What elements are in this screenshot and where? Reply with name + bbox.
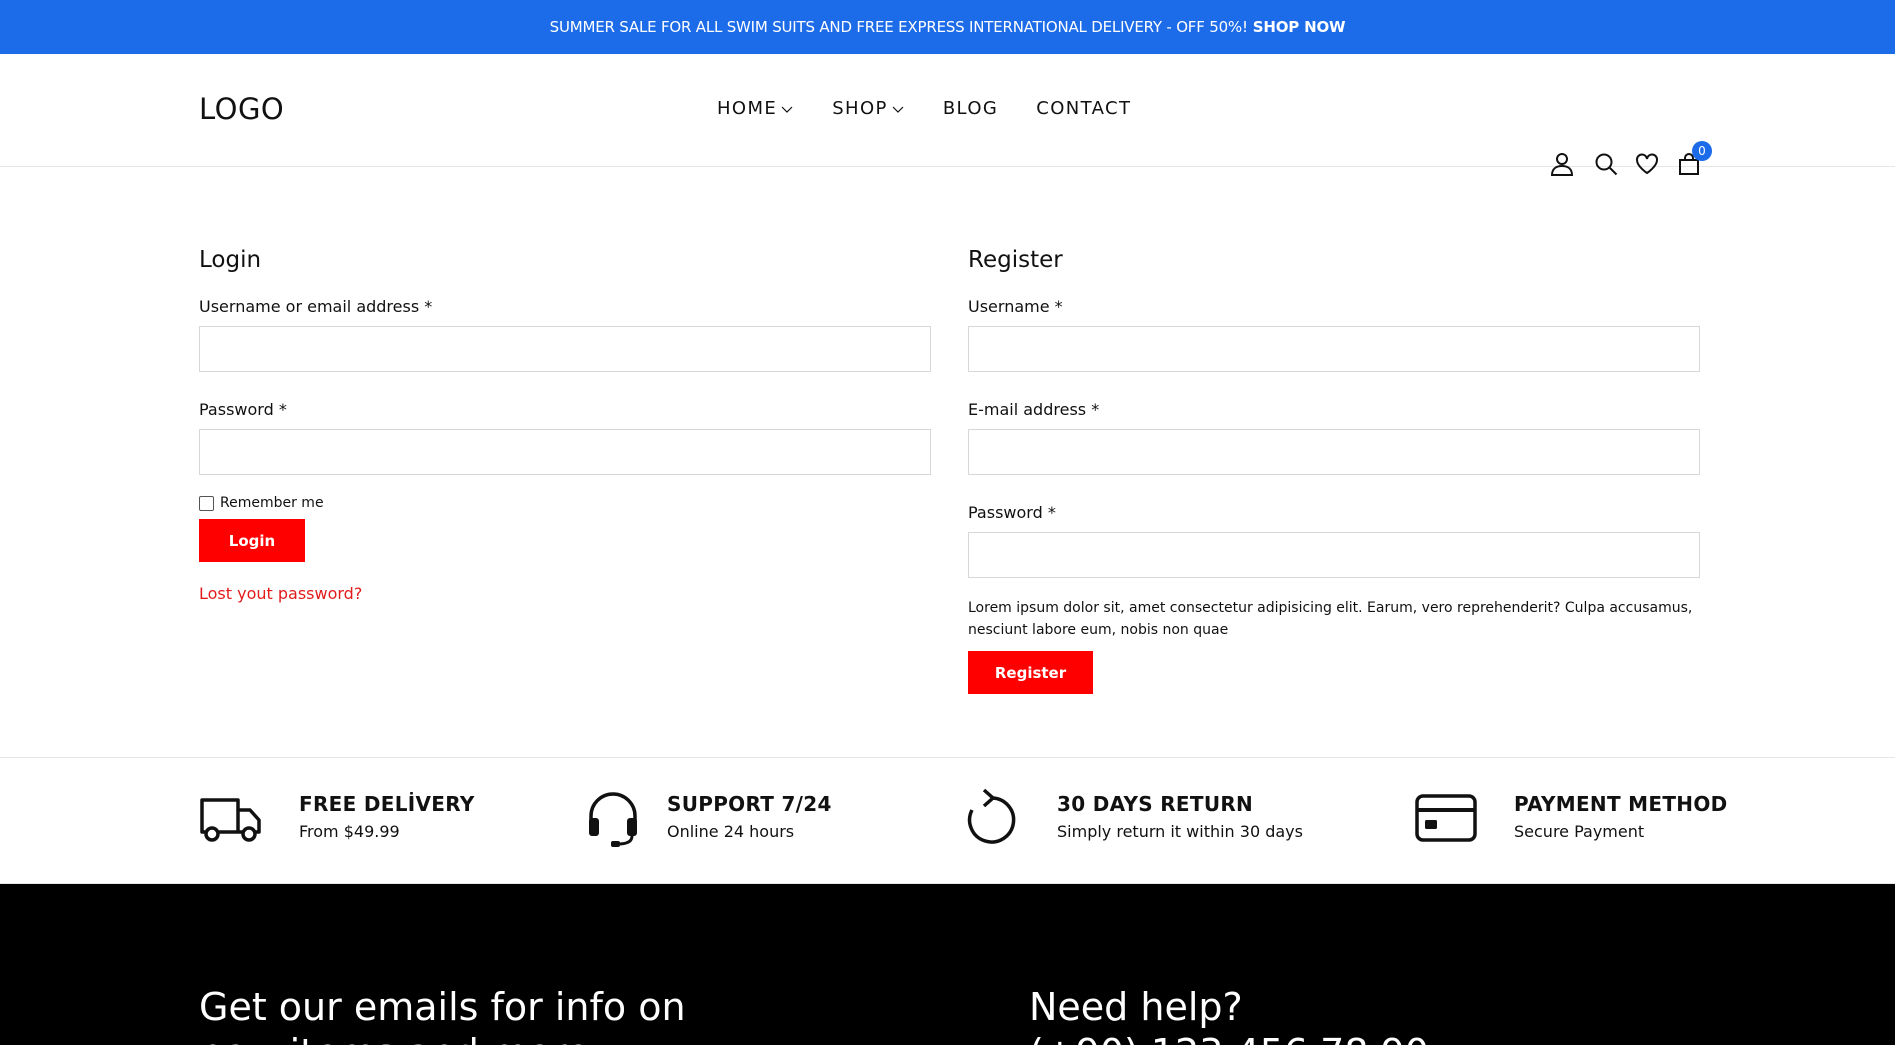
feature-support: SUPPORT 7/24 Online 24 hours [581,788,832,848]
login-button[interactable]: Login [199,519,305,562]
help-title: Need help? [1029,985,1243,1029]
shop-now-link[interactable]: SHOP NOW [1253,18,1346,36]
feature-title: SUPPORT 7/24 [667,792,832,816]
chevron-down-icon [892,106,904,113]
feature-delivery: FREE DELİVERY From $49.99 [199,788,475,848]
nav-shop-label: SHOP [832,98,888,119]
feature-payment: PAYMENT METHOD Secure Payment [1414,788,1728,848]
register-password-input[interactable] [968,532,1700,578]
return-icon [967,788,1016,844]
truck-icon [200,798,261,842]
register-email-label: E-mail address * [968,400,1100,419]
help-block: Need help? (+90) 123 456 78 90 [1029,984,1429,1045]
register-title: Register [968,247,1063,273]
feature-subtitle: Online 24 hours [667,822,795,841]
main-nav: HOME SHOP BLOG CONTACT [717,98,1131,119]
help-phone[interactable]: (+90) 123 456 78 90 [1029,1030,1429,1045]
nav-blog-label: BLOG [942,98,999,119]
login-form: Login Username or email address * Passwo… [199,247,931,603]
nav-contact[interactable]: CONTACT [1036,98,1131,119]
register-notice: Lorem ipsum dolor sit, amet consectetur … [968,600,1693,638]
remember-me-label: Remember me [220,495,324,511]
chevron-down-icon [781,106,793,113]
login-title: Login [199,247,262,273]
feature-title: 30 DAYS RETURN [1057,792,1254,816]
remember-me[interactable]: Remember me [199,495,931,511]
feature-subtitle: Simply return it within 30 days [1057,822,1303,841]
remember-me-checkbox[interactable] [199,495,214,511]
newsletter-heading: Get our emails for info on new items and… [199,985,686,1045]
headset-icon [589,792,637,847]
feature-subtitle: Secure Payment [1514,822,1645,841]
feature-subtitle: From $49.99 [299,822,400,841]
cart-count-badge: 0 [1692,141,1712,161]
features-bar: FREE DELİVERY From $49.99 SUPPORT 7/24 O… [0,757,1895,884]
login-password-label: Password * [199,400,287,419]
promo-bar: SUMMER SALE FOR ALL SWIM SUITS AND FREE … [0,0,1895,54]
credit-card-icon [1415,794,1477,842]
feature-title: PAYMENT METHOD [1514,792,1728,816]
feature-title: FREE DELİVERY [299,792,475,816]
lost-password-link[interactable]: Lost yout password? [199,584,362,603]
logo[interactable]: LOGO [199,92,284,126]
nav-home[interactable]: HOME [717,98,794,119]
feature-return: 30 DAYS RETURN Simply return it within 3… [958,788,1303,848]
login-username-input[interactable] [199,326,931,372]
register-username-input[interactable] [968,326,1700,372]
nav-shop[interactable]: SHOP [832,98,905,119]
register-username-label: Username * [968,297,1063,316]
login-username-label: Username or email address * [199,297,433,316]
nav-home-label: HOME [717,98,778,119]
nav-blog[interactable]: BLOG [943,98,998,119]
nav-contact-label: CONTACT [1036,98,1132,119]
login-password-input[interactable] [199,429,931,475]
promo-text: SUMMER SALE FOR ALL SWIM SUITS AND FREE … [549,18,1248,36]
account-forms: Login Username or email address * Passwo… [0,167,1895,757]
register-form: Register Username * E-mail address * Pas… [968,247,1700,694]
site-footer: Get our emails for info on new items and… [0,884,1895,1045]
register-password-label: Password * [968,503,1056,522]
register-email-input[interactable] [968,429,1700,475]
register-button[interactable]: Register [968,651,1093,694]
site-header: LOGO HOME SHOP BLOG CONTACT 0 [0,54,1895,176]
